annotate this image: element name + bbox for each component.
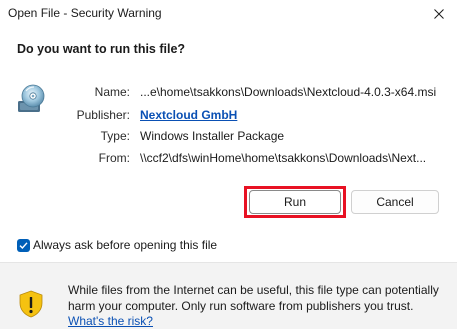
checkmark-icon: [19, 241, 28, 249]
cancel-button[interactable]: Cancel: [351, 190, 439, 214]
publisher-link[interactable]: Nextcloud GmbH: [140, 108, 237, 122]
close-icon: [434, 9, 444, 19]
warning-message: While files from the Internet can be use…: [68, 283, 439, 313]
from-label: From:: [98, 151, 130, 165]
type-label: Type:: [100, 129, 130, 143]
name-label: Name:: [94, 85, 130, 99]
publisher-row: Publisher: Nextcloud GmbH: [0, 108, 457, 126]
close-button[interactable]: [421, 0, 457, 28]
always-ask-checkbox[interactable]: [17, 238, 30, 252]
window-title: Open File - Security Warning: [8, 6, 162, 20]
always-ask-label[interactable]: Always ask before opening this file: [33, 238, 217, 252]
whats-the-risk-link[interactable]: What's the risk?: [68, 314, 153, 328]
from-value: \\ccf2\dfs\winHome\home\tsakkons\Downloa…: [140, 151, 427, 165]
name-value: ...e\home\tsakkons\Downloads\Nextcloud-4…: [140, 85, 437, 99]
shield-warning-icon: [19, 290, 43, 318]
type-value: Windows Installer Package: [140, 129, 285, 143]
prompt-question: Do you want to run this file?: [17, 42, 186, 56]
file-name-row: Name: ...e\home\tsakkons\Downloads\Nextc…: [0, 85, 457, 103]
title-bar: Open File - Security Warning: [0, 0, 457, 28]
always-ask-option: Always ask before opening this file: [17, 237, 217, 253]
run-button[interactable]: Run: [249, 190, 341, 214]
type-row: Type: Windows Installer Package: [0, 129, 457, 147]
publisher-label: Publisher:: [76, 108, 130, 122]
warning-footer: While files from the Internet can be use…: [0, 262, 457, 329]
from-row: From: \\ccf2\dfs\winHome\home\tsakkons\D…: [0, 151, 457, 169]
